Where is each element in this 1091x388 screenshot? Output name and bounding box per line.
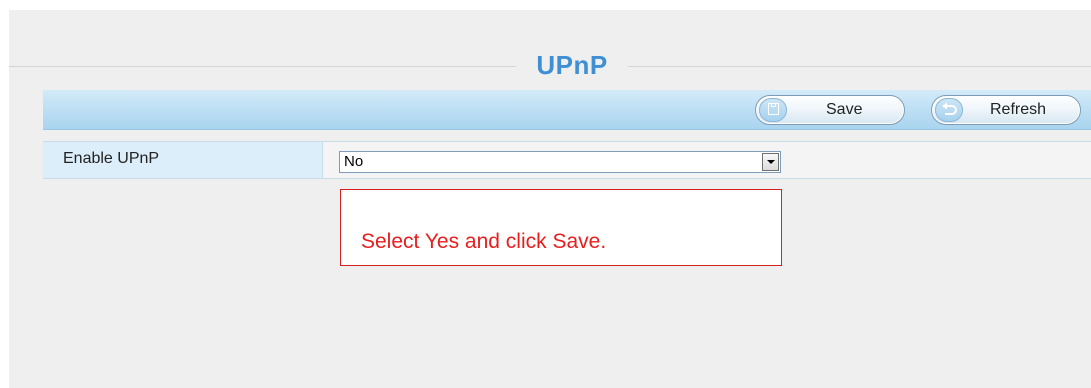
page-title: UPnP (516, 48, 628, 82)
upnp-settings-page: UPnP Save Refresh Enable UPnP No Select … (0, 0, 1091, 388)
toolbar: Save Refresh (43, 90, 1091, 130)
instruction-callout: Select Yes and click Save. (340, 189, 782, 266)
enable-upnp-label-cell: Enable UPnP (43, 142, 323, 178)
refresh-arrow-icon (942, 102, 957, 115)
save-button-label: Save (826, 101, 863, 118)
save-icon-cap (759, 98, 787, 122)
save-button[interactable]: Save (755, 95, 905, 125)
enable-upnp-select[interactable]: No (339, 151, 781, 173)
enable-upnp-value-cell: No (323, 142, 1091, 178)
refresh-button-label: Refresh (990, 101, 1047, 118)
enable-upnp-label: Enable UPnP (63, 150, 160, 167)
instruction-text: Select Yes and click Save. (361, 230, 607, 253)
chevron-down-icon[interactable] (762, 153, 779, 171)
enable-upnp-row: Enable UPnP No (43, 141, 1091, 179)
refresh-button[interactable]: Refresh (931, 95, 1081, 125)
refresh-icon-cap (935, 98, 963, 122)
enable-upnp-selected-value: No (344, 153, 364, 170)
floppy-disk-icon (768, 103, 779, 115)
